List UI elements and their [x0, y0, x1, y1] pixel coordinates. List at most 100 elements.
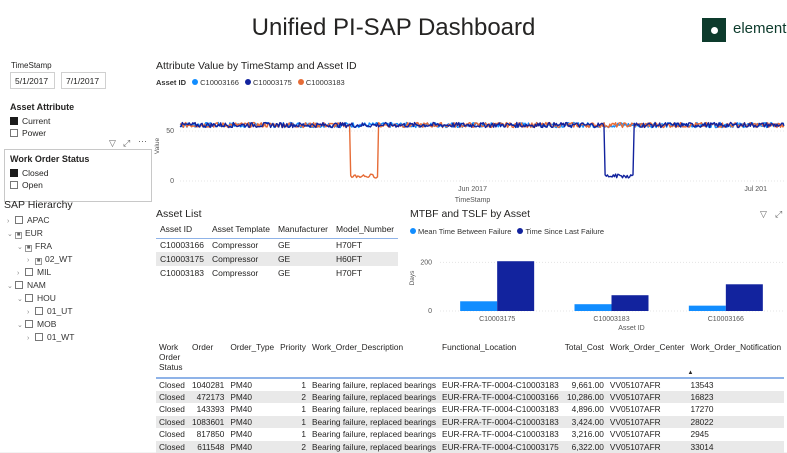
chevron-down-icon[interactable]: ⌄ [7, 230, 15, 238]
work-order-table: Work Order Status Order Order_Type Prior… [156, 340, 784, 453]
table-row[interactable]: Closed472173PM402Bearing failure, replac… [156, 391, 784, 404]
sort-ascending-icon[interactable]: ▲ [687, 370, 693, 376]
checkbox-empty-icon[interactable] [35, 307, 43, 315]
checkbox-empty-icon[interactable] [25, 268, 33, 276]
cell-status: Closed [156, 378, 189, 391]
asset-attribute-option-current[interactable]: Current [10, 116, 50, 127]
column-header[interactable]: Asset ID [156, 221, 208, 238]
tree-node-02-wt[interactable]: ›■02_WT [27, 254, 72, 266]
column-header[interactable]: Work_Order_Center [607, 340, 688, 378]
chevron-down-icon[interactable]: ⌄ [17, 321, 25, 329]
column-header[interactable]: Total_Cost [562, 340, 607, 378]
bar-c10003175-mtbf [460, 301, 497, 311]
cell-center: VV05107AFR [607, 416, 688, 429]
chevron-down-icon[interactable]: ⌄ [17, 243, 25, 251]
table-row[interactable]: Closed817850PM401Bearing failure, replac… [156, 428, 784, 441]
mtbf-bar-chart[interactable]: 2000DaysC10003175C10003183C10003166Asset… [405, 238, 787, 333]
cell-description: Bearing failure, replaced bearings [309, 403, 439, 416]
legend-item-tslf[interactable]: Time Since Last Failure [525, 227, 604, 236]
chevron-right-icon[interactable]: › [7, 218, 15, 225]
asset-list-title: Asset List [156, 208, 202, 220]
checkbox-empty-icon[interactable] [15, 281, 23, 289]
checkbox-empty-icon[interactable] [35, 333, 43, 341]
table-row[interactable]: C10003175CompressorGEH60FT [156, 252, 398, 266]
tree-node-apac[interactable]: ›APAC [7, 215, 50, 227]
tree-node-label: MIL [37, 267, 51, 277]
legend-item-c10003166[interactable]: C10003166 [200, 78, 239, 87]
end-date-input[interactable]: 7/1/2017 [61, 72, 106, 89]
table-cell: Compressor [208, 252, 274, 266]
checkbox-empty-icon[interactable] [10, 181, 18, 189]
tree-node-label: MOB [37, 319, 56, 329]
checkbox-checked-icon[interactable] [10, 169, 18, 177]
partial-select-icon[interactable]: ■ [25, 245, 32, 252]
table-row[interactable]: C10003166CompressorGEH70FT [156, 238, 398, 252]
checkbox-empty-icon[interactable] [25, 294, 33, 302]
tree-node-label: HOU [37, 293, 56, 303]
work-order-status-option-open[interactable]: Open [10, 180, 43, 191]
filter-icon[interactable]: ▽ [760, 209, 767, 220]
tree-node-mob[interactable]: ⌄ MOB [17, 319, 56, 331]
more-options-icon[interactable]: ⋯ [138, 136, 147, 147]
cell-order: 1040281 [189, 378, 227, 391]
asset-attribute-option-power[interactable]: Power [10, 128, 46, 139]
cell-notification: 33014 [687, 441, 784, 453]
legend-dot-icon [192, 79, 198, 85]
tree-node-label: NAM [27, 280, 46, 290]
line-chart[interactable]: Value500Jun 2017Jul 201TimeStamp [150, 88, 787, 208]
column-header[interactable]: Order_Type [227, 340, 277, 378]
chevron-right-icon[interactable]: › [27, 257, 35, 264]
column-header[interactable]: Priority [277, 340, 309, 378]
column-header[interactable]: Order [189, 340, 227, 378]
tree-node-01-ut[interactable]: ›01_UT [27, 306, 73, 318]
tree-node-eur[interactable]: ⌄■EUR [7, 228, 43, 240]
checkbox-checked-icon[interactable] [10, 117, 18, 125]
checkbox-empty-icon[interactable] [15, 216, 23, 224]
legend-item-c10003175[interactable]: C10003175 [253, 78, 292, 87]
column-header[interactable]: Asset Template [208, 221, 274, 238]
focus-mode-icon[interactable]: ⤢ [775, 209, 782, 220]
legend-item-mtbf[interactable]: Mean Time Between Failure [418, 227, 511, 236]
column-header[interactable]: Work_Order_Notification▲ [687, 340, 784, 378]
column-header[interactable]: Functional_Location [439, 340, 562, 378]
chevron-down-icon[interactable]: ⌄ [7, 282, 15, 290]
checkbox-empty-icon[interactable] [10, 129, 18, 137]
table-row[interactable]: C10003183CompressorGEH70FT [156, 266, 398, 280]
tree-node-nam[interactable]: ⌄ NAM [7, 280, 46, 292]
start-date-input[interactable]: 5/1/2017 [10, 72, 55, 89]
cell-status: Closed [156, 403, 189, 416]
column-header[interactable]: Manufacturer [274, 221, 332, 238]
table-row[interactable]: Closed143393PM401Bearing failure, replac… [156, 403, 784, 416]
cell-priority: 1 [277, 403, 309, 416]
table-row[interactable]: Closed1040281PM401Bearing failure, repla… [156, 378, 784, 391]
tree-node-01-wt[interactable]: ›01_WT [27, 332, 74, 344]
cell-cost: 3,216.00 [562, 428, 607, 441]
cell-priority: 1 [277, 378, 309, 391]
chevron-right-icon[interactable]: › [17, 270, 25, 277]
column-header[interactable]: Work Order Status [156, 340, 189, 378]
partial-select-icon[interactable]: ■ [35, 258, 42, 265]
mtbf-chart-legend: Mean Time Between Failure Time Since Las… [410, 227, 604, 236]
table-row[interactable]: Closed1083601PM401Bearing failure, repla… [156, 416, 784, 429]
bar-c10003166-tslf [726, 284, 763, 311]
cell-center: VV05107AFR [607, 428, 688, 441]
chevron-right-icon[interactable]: › [27, 335, 35, 342]
column-header[interactable]: Model_Number [332, 221, 398, 238]
cell-notification: 2945 [687, 428, 784, 441]
chevron-right-icon[interactable]: › [27, 309, 35, 316]
focus-mode-icon[interactable]: ⤢ [123, 138, 130, 149]
legend-item-c10003183[interactable]: C10003183 [306, 78, 345, 87]
column-header[interactable]: Work_Order_Description [309, 340, 439, 378]
tree-node-mil[interactable]: › MIL [17, 267, 51, 279]
table-cell: H70FT [332, 266, 398, 280]
work-order-status-option-closed[interactable]: Closed [10, 168, 48, 179]
page-title: Unified PI-SAP Dashboard [0, 14, 787, 42]
partial-select-icon[interactable]: ■ [15, 232, 22, 239]
tree-node-fra[interactable]: ⌄■FRA [17, 241, 52, 253]
filter-icon[interactable]: ▽ [109, 138, 116, 149]
chevron-down-icon[interactable]: ⌄ [17, 295, 25, 303]
cell-status: Closed [156, 391, 189, 404]
table-row[interactable]: Closed611548PM402Bearing failure, replac… [156, 441, 784, 453]
tree-node-hou[interactable]: ⌄ HOU [17, 293, 56, 305]
checkbox-empty-icon[interactable] [25, 320, 33, 328]
